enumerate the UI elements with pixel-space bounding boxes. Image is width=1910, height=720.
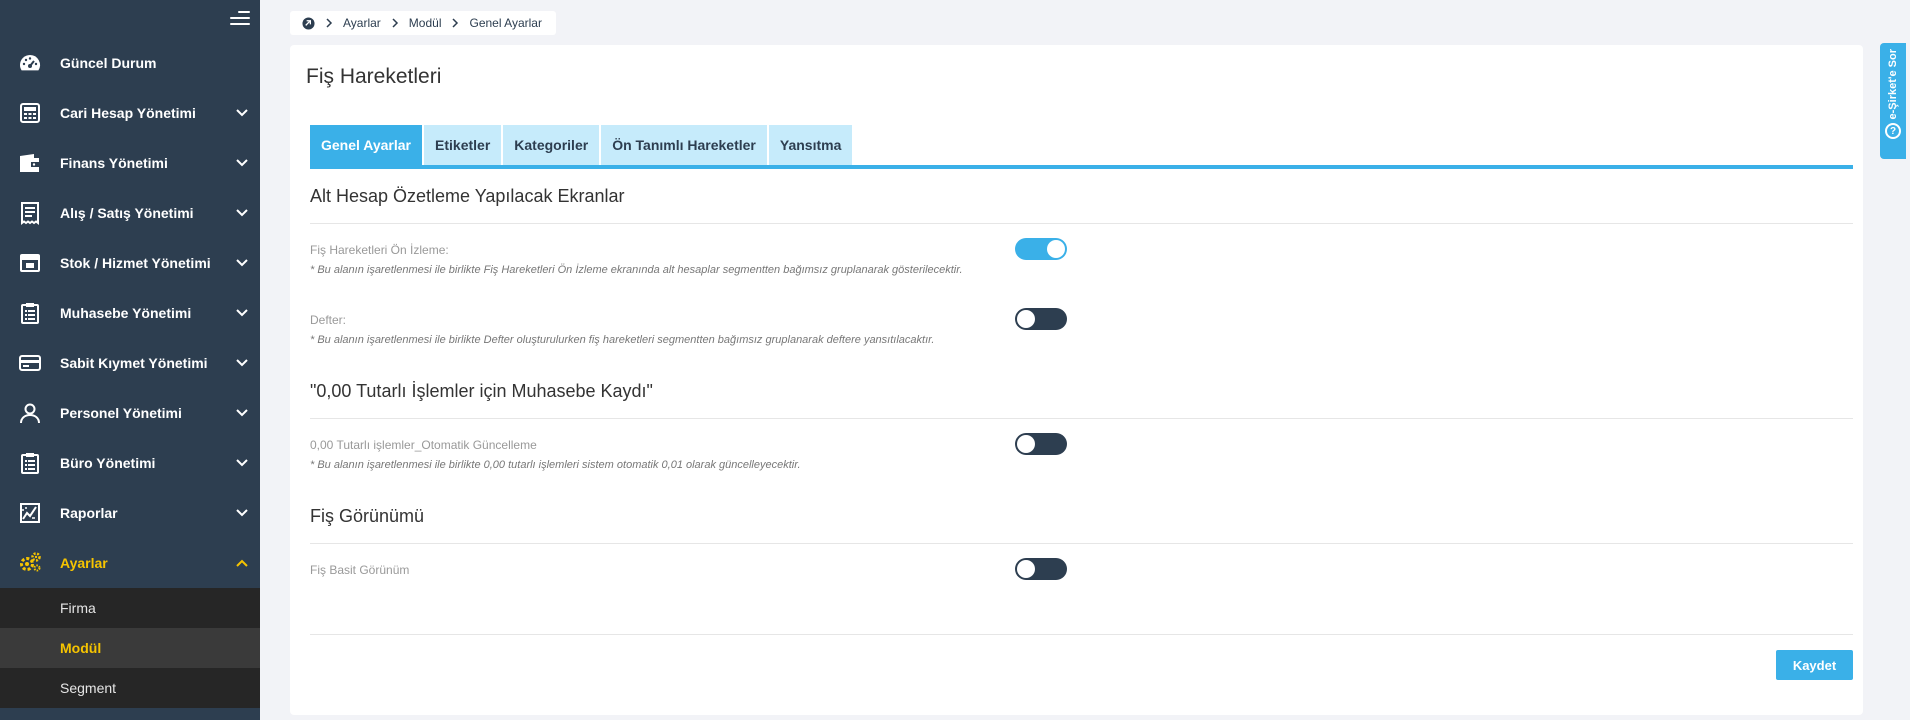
- box-icon: [0, 251, 60, 275]
- field-label: Fiş Basit Görünüm: [310, 563, 410, 577]
- chevron-down-icon: [224, 155, 260, 171]
- field-label: Defter:: [310, 313, 347, 327]
- sidebar-item-label: Ayarlar: [60, 555, 108, 571]
- breadcrumb-modul[interactable]: Modül: [409, 16, 442, 30]
- chevron-down-icon: [224, 305, 260, 321]
- sidebar-item-buro[interactable]: Büro Yönetimi: [0, 438, 260, 488]
- page-title: Fiş Hareketleri: [306, 65, 442, 88]
- divider: [310, 634, 1853, 635]
- field-note: * Bu alanın işaretlenmesi ile birlikte D…: [310, 334, 935, 346]
- sidebar-item-ayarlar[interactable]: Ayarlar: [0, 538, 260, 588]
- tab-yansitma[interactable]: Yansıtma: [768, 125, 853, 165]
- receipt-icon: [0, 201, 60, 225]
- toggle-fis-basit-gorunum[interactable]: [1015, 558, 1067, 580]
- field-note: * Bu alanın işaretlenmesi ile birlikte F…: [310, 264, 963, 276]
- sidebar-item-alis-satis[interactable]: Alış / Satış Yönetimi: [0, 188, 260, 238]
- sidebar-item-label: Alış / Satış Yönetimi: [60, 205, 194, 221]
- sidebar-item-finans[interactable]: Finans Yönetimi: [0, 138, 260, 188]
- toggle-defter[interactable]: [1015, 308, 1067, 330]
- submenu-item-modul[interactable]: Modül: [0, 628, 260, 668]
- card-icon: [0, 351, 60, 375]
- toggle-knob: [1017, 560, 1035, 578]
- sidebar-item-label: Sabit Kıymet Yönetimi: [60, 355, 208, 371]
- tab-etiketler[interactable]: Etiketler: [424, 125, 502, 165]
- person-icon: [0, 401, 60, 425]
- chevron-right-icon: [390, 18, 400, 28]
- sidebar-header: [0, 0, 260, 38]
- sidebar-item-cari-hesap[interactable]: Cari Hesap Yönetimi: [0, 88, 260, 138]
- sidebar-item-personel[interactable]: Personel Yönetimi: [0, 388, 260, 438]
- field-label: 0,00 Tutarlı işlemler_Otomatik Güncellem…: [310, 438, 537, 452]
- tab-bar: Genel Ayarlar Etiketler Kategoriler Ön T…: [310, 125, 1853, 169]
- sidebar-item-raporlar[interactable]: Raporlar: [0, 488, 260, 538]
- chevron-down-icon: [224, 105, 260, 121]
- sidebar-item-stok-hizmet[interactable]: Stok / Hizmet Yönetimi: [0, 238, 260, 288]
- toggle-knob: [1047, 240, 1065, 258]
- submenu-item-firma[interactable]: Firma: [0, 588, 260, 628]
- main-card: Fiş Hareketleri Genel Ayarlar Etiketler …: [290, 45, 1863, 715]
- chevron-up-icon: [224, 555, 260, 571]
- sidebar-item-label: Güncel Durum: [60, 55, 157, 71]
- toggle-fis-hareketleri-on-izleme[interactable]: [1015, 238, 1067, 260]
- clipboard-icon: [0, 451, 60, 475]
- tab-on-tanimli-hareketler[interactable]: Ön Tanımlı Hareketler: [601, 125, 767, 165]
- wallet-icon: [0, 151, 60, 175]
- section-title: Fiş Görünümü: [310, 506, 425, 526]
- divider: [310, 223, 1853, 224]
- chevron-down-icon: [224, 405, 260, 421]
- section-title: Alt Hesap Özetleme Yapılacak Ekranlar: [310, 186, 625, 206]
- tab-genel-ayarlar[interactable]: Genel Ayarlar: [310, 125, 423, 165]
- section-title: "0,00 Tutarlı İşlemler için Muhasebe Kay…: [310, 381, 653, 401]
- sidebar-item-label: Personel Yönetimi: [60, 405, 182, 421]
- toggle-knob: [1017, 435, 1035, 453]
- save-button[interactable]: Kaydet: [1776, 650, 1853, 680]
- sidebar-item-label: Muhasebe Yönetimi: [60, 305, 192, 321]
- chevron-right-icon: [450, 18, 460, 28]
- chart-icon: [0, 501, 60, 525]
- chevron-down-icon: [224, 355, 260, 371]
- sidebar-item-label: Stok / Hizmet Yönetimi: [60, 255, 211, 271]
- question-icon: ?: [1885, 123, 1901, 140]
- hamburger-menu-icon[interactable]: [230, 11, 250, 27]
- toggle-otomatik-guncelleme[interactable]: [1015, 433, 1067, 455]
- calculator-icon: [0, 101, 60, 125]
- tab-kategoriler[interactable]: Kategoriler: [503, 125, 600, 165]
- gears-icon: [0, 551, 60, 575]
- clipboard-icon: [0, 301, 60, 325]
- chevron-down-icon: [224, 255, 260, 271]
- home-logo-icon[interactable]: [302, 16, 315, 30]
- help-tab[interactable]: e-Şirket'e Sor ?: [1880, 43, 1906, 159]
- chevron-right-icon: [324, 18, 334, 28]
- help-tab-label: e-Şirket'e Sor: [1887, 49, 1899, 120]
- sidebar-item-sabit-kiymet[interactable]: Sabit Kıymet Yönetimi: [0, 338, 260, 388]
- chevron-down-icon: [224, 455, 260, 471]
- submenu-ayarlar: Firma Modül Segment: [0, 588, 260, 708]
- toggle-knob: [1017, 310, 1035, 328]
- submenu-item-segment[interactable]: Segment: [0, 668, 260, 708]
- divider: [310, 543, 1853, 544]
- sidebar-item-guncel-durum[interactable]: Güncel Durum: [0, 38, 260, 88]
- sidebar-item-label: Büro Yönetimi: [60, 455, 156, 471]
- sidebar-item-muhasebe[interactable]: Muhasebe Yönetimi: [0, 288, 260, 338]
- sidebar-item-label: Raporlar: [60, 505, 118, 521]
- sidebar-item-label: Cari Hesap Yönetimi: [60, 105, 196, 121]
- breadcrumb-ayarlar[interactable]: Ayarlar: [343, 16, 381, 30]
- field-label: Fiş Hareketleri Ön İzleme:: [310, 243, 449, 257]
- sidebar-item-label: Finans Yönetimi: [60, 155, 168, 171]
- divider: [310, 418, 1853, 419]
- field-note: * Bu alanın işaretlenmesi ile birlikte 0…: [310, 459, 801, 471]
- sidebar: Güncel Durum Cari Hesap Yönetimi Finans …: [0, 0, 260, 720]
- breadcrumb-genel-ayarlar: Genel Ayarlar: [469, 16, 542, 30]
- dashboard-icon: [0, 51, 60, 75]
- breadcrumb: Ayarlar Modül Genel Ayarlar: [290, 11, 556, 35]
- chevron-down-icon: [224, 505, 260, 521]
- chevron-down-icon: [224, 205, 260, 221]
